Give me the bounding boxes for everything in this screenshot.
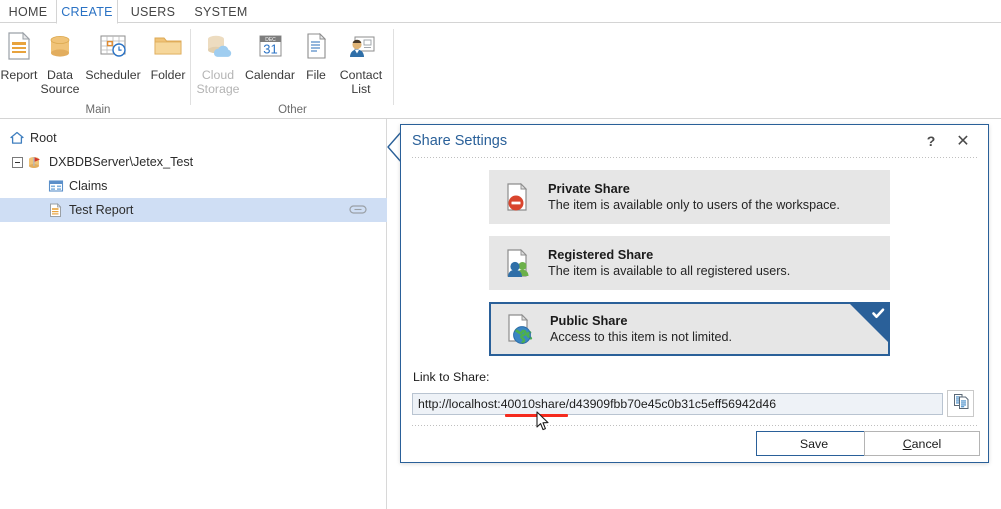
- ribbon-item-folder[interactable]: Folder: [142, 26, 194, 82]
- help-icon[interactable]: ?: [920, 131, 942, 151]
- tree-node-root-label: Root: [30, 131, 57, 145]
- svg-text:31: 31: [263, 42, 277, 57]
- calendar-icon: DEC 31: [248, 26, 292, 66]
- tree-expander-collapse[interactable]: [12, 156, 23, 168]
- share-option-private-title: Private Share: [548, 180, 630, 196]
- dialog-title-divider: [412, 157, 977, 158]
- navigation-tree: Root DXBDBServer\Jetex_Test Claims Test …: [0, 119, 387, 509]
- copy-icon: [952, 392, 970, 415]
- tree-node-claims-label: Claims: [69, 179, 108, 193]
- cancel-button[interactable]: Cancel: [864, 431, 980, 456]
- ribbon-group-main-label: Main: [85, 104, 111, 116]
- home-icon: [8, 130, 25, 147]
- share-option-public[interactable]: Public Share Access to this item is not …: [489, 302, 890, 356]
- cancel-button-accesskey: C: [902, 436, 912, 451]
- cancel-button-label: ancel: [911, 436, 942, 451]
- ribbon-item-cloud-storage[interactable]: Cloud Storage: [192, 26, 244, 96]
- data-source-icon: [38, 26, 82, 66]
- ribbon-item-scheduler-label: Scheduler: [85, 68, 141, 82]
- share-option-public-text: Public Share Access to this item is not …: [550, 313, 732, 346]
- share-option-registered-text: Registered Share The item is available t…: [548, 247, 790, 280]
- ribbon-item-scheduler[interactable]: Scheduler: [80, 26, 146, 82]
- tree-node-dxbdbserver-label: DXBDBServer\Jetex_Test: [49, 155, 194, 169]
- ribbon-group-main: Report Data Source Scheduler Folder Main: [0, 23, 196, 119]
- ribbon-item-file[interactable]: File: [296, 26, 336, 82]
- share-settings-dialog: Share Settings ? ✕ Private Share The ite…: [400, 124, 989, 463]
- scheduler-icon: [91, 26, 135, 66]
- link-to-share-label: Link to Share:: [413, 370, 490, 384]
- private-share-icon: [503, 181, 535, 213]
- tab-create-label: CREATE: [61, 4, 113, 19]
- shared-link-icon: [349, 203, 367, 216]
- cloud-storage-icon: [196, 26, 240, 66]
- tree-node-test-report-label: Test Report: [69, 203, 134, 217]
- share-option-registered-desc: The item is available to all registered …: [548, 263, 791, 278]
- tab-system-label: SYSTEM: [194, 4, 248, 19]
- save-button[interactable]: Save: [756, 431, 872, 456]
- ribbon-item-data-source[interactable]: Data Source: [36, 26, 84, 96]
- tree-node-dxbdbserver[interactable]: DXBDBServer\Jetex_Test: [0, 150, 387, 174]
- ribbon-item-calendar-label: Calendar: [245, 68, 295, 82]
- tree-node-claims[interactable]: Claims: [0, 174, 387, 198]
- share-option-registered-title: Registered Share: [548, 246, 654, 262]
- ribbon-item-report-label: Report: [0, 68, 38, 82]
- ribbon-item-data-source-label: Data Source: [40, 68, 80, 96]
- report-icon: [0, 26, 41, 66]
- share-option-public-title: Public Share: [550, 312, 628, 328]
- file-icon: [294, 26, 338, 66]
- registered-share-icon: [503, 247, 535, 279]
- database-connection-icon: [27, 154, 44, 171]
- selected-check-corner: [850, 304, 888, 342]
- ribbon-item-cloud-storage-label: Cloud Storage: [196, 68, 240, 96]
- ribbon-tab-bar: HOME CREATE USERS SYSTEM: [0, 0, 1001, 24]
- tree-node-test-report[interactable]: Test Report: [0, 198, 387, 222]
- ribbon-group-other: Cloud Storage DEC 31 Calendar File Conta…: [192, 23, 393, 119]
- link-to-share-input[interactable]: http://localhost:40010share/d43909fbb70e…: [412, 393, 943, 415]
- share-option-registered[interactable]: Registered Share The item is available t…: [489, 236, 890, 290]
- tab-users[interactable]: USERS: [124, 0, 182, 23]
- tab-home-label: HOME: [8, 4, 48, 19]
- share-option-private-text: Private Share The item is available only…: [548, 181, 840, 214]
- ribbon-item-contact-list-label: Contact List: [339, 68, 383, 96]
- public-share-icon: [505, 313, 537, 345]
- tab-system[interactable]: SYSTEM: [188, 0, 254, 23]
- copy-link-button[interactable]: [947, 390, 974, 417]
- share-option-private-desc: The item is available only to users of t…: [548, 197, 840, 212]
- ribbon: Report Data Source Scheduler Folder Main…: [0, 23, 1001, 119]
- folder-icon: [146, 26, 190, 66]
- link-to-share-value: http://localhost:40010share/d43909fbb70e…: [418, 397, 777, 411]
- tab-home[interactable]: HOME: [0, 0, 56, 23]
- contact-list-icon: [339, 26, 383, 66]
- red-underline-annotation: [505, 414, 568, 417]
- share-option-public-desc: Access to this item is not limited.: [550, 329, 732, 344]
- dialog-footer-divider: [412, 425, 977, 426]
- tab-users-label: USERS: [130, 4, 176, 19]
- save-button-label: Save: [799, 436, 829, 451]
- ribbon-item-folder-label: Folder: [150, 68, 186, 82]
- ribbon-item-contact-list[interactable]: Contact List: [334, 26, 388, 96]
- close-icon[interactable]: ✕: [952, 131, 974, 151]
- report-document-icon: [47, 202, 64, 219]
- tab-create[interactable]: CREATE: [56, 0, 118, 24]
- ribbon-group-divider-right: [393, 29, 394, 105]
- application-window: HOME CREATE USERS SYSTEM Report Data Sou…: [0, 0, 1001, 509]
- share-option-private[interactable]: Private Share The item is available only…: [489, 170, 890, 224]
- ribbon-group-other-label: Other: [278, 104, 307, 116]
- ribbon-item-file-label: File: [306, 68, 326, 82]
- ribbon-item-calendar[interactable]: DEC 31 Calendar: [242, 26, 298, 82]
- table-icon: [47, 178, 64, 195]
- dialog-title: Share Settings: [412, 133, 508, 149]
- ribbon-group-divider: [190, 29, 191, 105]
- tree-node-root[interactable]: Root: [0, 126, 387, 150]
